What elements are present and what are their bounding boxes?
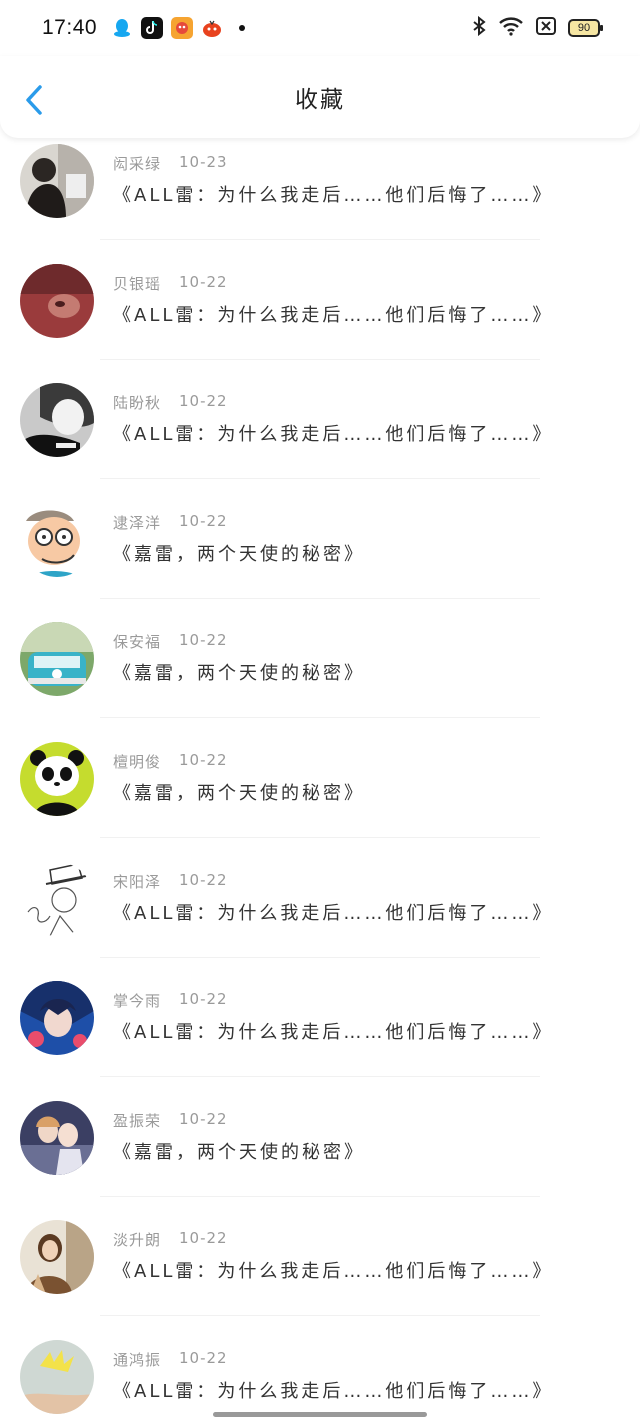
more-notifications-dot	[239, 25, 246, 31]
list-item[interactable]: 檀明俊 10-22 《嘉雷，两个天使的秘密》	[0, 739, 640, 859]
item-author: 闳采绿	[113, 155, 162, 173]
list-item[interactable]: 保安福 10-22 《嘉雷，两个天使的秘密》	[0, 619, 640, 739]
notification-icons	[111, 17, 246, 39]
item-date: 10-22	[179, 990, 228, 1009]
status-time: 17:40	[42, 16, 98, 39]
battery-icon: 90	[568, 19, 603, 37]
avatar[interactable]	[20, 144, 94, 218]
home-indicator[interactable]	[213, 1412, 427, 1417]
list-item[interactable]: 宋阳泽 10-22 《ALL雷：为什么我走后……他们后悔了……》	[0, 859, 640, 979]
item-title: 《嘉雷，两个天使的秘密》	[113, 663, 365, 685]
divider	[100, 1315, 540, 1317]
item-author: 淡升朗	[113, 1231, 162, 1250]
divider	[100, 1076, 540, 1078]
item-author: 掌今雨	[113, 992, 162, 1011]
divider	[100, 956, 540, 958]
item-date: 10-23	[179, 153, 228, 171]
avatar[interactable]	[20, 1100, 94, 1175]
item-title: 《ALL雷：为什么我走后……他们后悔了……》	[113, 902, 554, 924]
divider	[100, 1195, 540, 1197]
item-title: 《嘉雷，两个天使的秘密》	[113, 543, 365, 565]
item-title: 《ALL雷：为什么我走后……他们后悔了……》	[113, 1380, 554, 1402]
avatar[interactable]	[20, 1220, 94, 1295]
item-title: 《嘉雷，两个天使的秘密》	[113, 1141, 365, 1163]
qq-icon	[111, 17, 133, 39]
list-item[interactable]: 逮泽洋 10-22 《嘉雷，两个天使的秘密》	[0, 500, 640, 620]
divider	[100, 239, 540, 240]
item-title: 《ALL雷：为什么我走后……他们后悔了……》	[113, 1261, 554, 1283]
favorites-list: 闳采绿 10-23 《ALL雷：为什么我走后……他们后悔了……》 贝银瑶 10-22…	[0, 141, 640, 1422]
chevron-left-icon	[26, 85, 42, 115]
bluetooth-icon	[472, 15, 486, 40]
list-item[interactable]: 闳采绿 10-23 《ALL雷：为什么我走后……他们后悔了……》	[0, 141, 640, 261]
divider	[100, 597, 540, 599]
item-date: 10-22	[179, 1348, 228, 1367]
avatar[interactable]	[20, 861, 94, 936]
divider	[100, 717, 540, 719]
item-author: 逮泽洋	[113, 513, 162, 532]
list-item[interactable]: 掌今雨 10-22 《ALL雷：为什么我走后……他们后悔了……》	[0, 978, 640, 1098]
item-title: 《ALL雷：为什么我走后……他们后悔了……》	[113, 424, 554, 446]
item-date: 10-22	[179, 392, 228, 411]
avatar[interactable]	[20, 981, 94, 1056]
item-author: 盈振荣	[113, 1111, 162, 1130]
list-item[interactable]: 贝银瑶 10-22 《ALL雷：为什么我走后……他们后悔了……》	[0, 261, 640, 381]
back-button[interactable]	[20, 82, 48, 118]
avatar[interactable]	[20, 1339, 94, 1414]
item-date: 10-22	[179, 272, 228, 291]
item-date: 10-22	[179, 1229, 228, 1248]
avatar[interactable]	[20, 502, 94, 577]
item-author: 檀明俊	[113, 752, 162, 771]
tiktok-icon	[141, 17, 164, 39]
item-date: 10-22	[179, 631, 228, 650]
list-item[interactable]: 淡升朗 10-22 《ALL雷：为什么我走后……他们后悔了……》	[0, 1217, 640, 1337]
avatar[interactable]	[20, 622, 94, 697]
avatar[interactable]	[20, 383, 94, 458]
divider	[100, 358, 540, 360]
sim-icon	[536, 17, 556, 39]
item-date: 10-22	[179, 870, 228, 889]
avatar[interactable]	[20, 263, 94, 338]
item-date: 10-22	[179, 1109, 228, 1128]
game-icon	[171, 17, 194, 39]
game2-icon	[201, 17, 224, 39]
item-title: 《ALL雷：为什么我走后……他们后悔了……》	[113, 304, 554, 326]
item-author: 贝银瑶	[113, 274, 162, 293]
item-author: 宋阳泽	[113, 872, 162, 891]
list-item[interactable]: 陆盼秋 10-22 《ALL雷：为什么我走后……他们后悔了……》	[0, 380, 640, 500]
item-title: 《ALL雷：为什么我走后……他们后悔了……》	[113, 1022, 554, 1044]
item-date: 10-22	[179, 750, 228, 769]
list-item[interactable]: 通鸿振 10-22 《ALL雷：为什么我走后……他们后悔了……》	[0, 1337, 640, 1422]
status-bar: 17:40 90	[0, 0, 640, 56]
divider	[100, 836, 540, 838]
page-title: 收藏	[295, 87, 345, 113]
list-item[interactable]: 盈振荣 10-22 《嘉雷，两个天使的秘密》	[0, 1098, 640, 1218]
item-title: 《嘉雷，两个天使的秘密》	[113, 782, 365, 804]
battery-level: 90	[577, 22, 591, 34]
divider	[100, 478, 540, 480]
item-author: 陆盼秋	[113, 394, 162, 413]
nav-bar: 收藏	[0, 56, 640, 138]
wifi-icon	[498, 16, 524, 40]
item-author: 保安福	[113, 633, 162, 652]
item-date: 10-22	[179, 511, 228, 530]
item-author: 通鸿振	[113, 1350, 162, 1369]
avatar[interactable]	[20, 741, 94, 816]
item-title: 《ALL雷：为什么我走后……他们后悔了……》	[113, 185, 554, 206]
